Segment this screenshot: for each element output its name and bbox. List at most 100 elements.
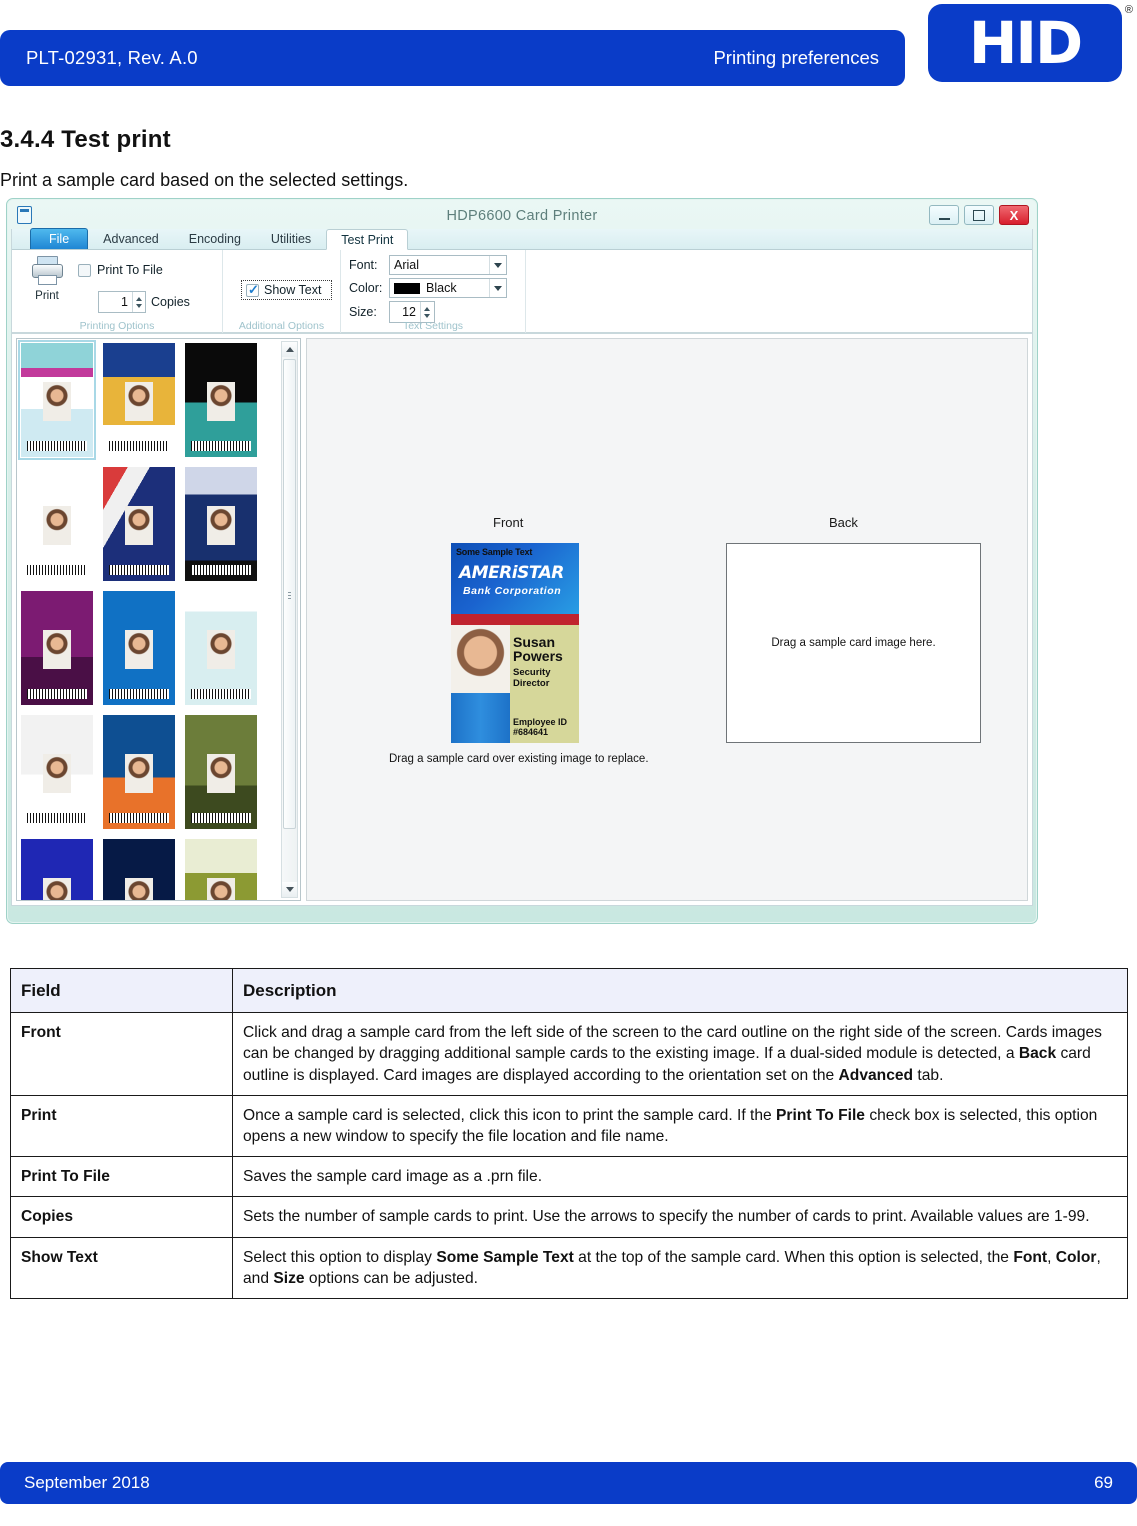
chevron-down-icon[interactable] [489, 256, 506, 274]
thumb-photo [206, 381, 236, 421]
copies-stepper-arrows[interactable] [132, 292, 145, 312]
scrollbar-thumb[interactable] [283, 359, 296, 829]
back-preview-label: Back [829, 515, 858, 530]
field-description-table: Field Description Front Click and drag a … [10, 967, 1128, 1299]
back-card-placeholder-text: Drag a sample card image here. [771, 637, 936, 649]
size-value[interactable]: 12 [390, 302, 420, 322]
thumb-photo [42, 629, 72, 669]
thumb-barcode [108, 565, 170, 576]
thumb-photo [206, 877, 236, 900]
print-to-file-checkbox-row[interactable]: Print To File [78, 263, 214, 277]
thumb-photo [206, 753, 236, 793]
sample-card-janet-chen-government-id[interactable] [21, 715, 93, 829]
tab-file[interactable]: File [30, 228, 89, 249]
column-header-field: Field [10, 967, 233, 1014]
thumb-barcode [26, 565, 88, 576]
thumb-barcode [26, 813, 88, 824]
printer-document-icon [17, 206, 32, 224]
additional-options-group-label: Additional Options [238, 320, 325, 332]
page-title: 3.4.4 Test print [0, 126, 171, 153]
print-to-file-checkbox[interactable] [78, 263, 91, 277]
ribbon-group-printing-options: Print Print To File 1 Copies Printing Op… [12, 250, 222, 333]
copies-value[interactable]: 1 [99, 292, 132, 312]
font-value: Arial [394, 258, 420, 272]
tab-strip: File Advanced Encoding Utilities Test Pr… [12, 228, 1032, 250]
thumb-barcode [108, 813, 170, 824]
show-text-checkbox[interactable] [246, 282, 259, 298]
thumb-barcode [26, 689, 88, 700]
print-button-label: Print [35, 290, 59, 302]
printer-preferences-dialog: HDP6600 Card Printer X File Advanced Enc… [6, 198, 1038, 924]
sample-card-axess-internet-richard-mccain[interactable] [185, 343, 257, 457]
sample-card-frankfurt-institute-michael-wilcox[interactable] [21, 591, 93, 705]
color-select[interactable]: Black [389, 278, 507, 298]
table-cell-description: Once a sample card is selected, click th… [232, 1094, 1128, 1158]
sample-card-first-mortgage-lisa-yamata[interactable] [185, 715, 257, 829]
front-card-eid-line1: Employee ID [513, 717, 568, 727]
copies-stepper[interactable]: 1 [98, 291, 146, 313]
thumb-photo [42, 877, 72, 900]
sample-card-east-high-saints-rachael-robinson[interactable] [185, 467, 257, 581]
sample-card-hayes-county-judge-thomas-moore[interactable] [185, 591, 257, 705]
column-header-description: Description [232, 967, 1128, 1014]
sample-card-ameristar-susan-powers[interactable] [18, 340, 96, 460]
tab-test-print[interactable]: Test Print [326, 229, 409, 250]
sample-card-us-guard-spc-rebecca-montes[interactable] [185, 839, 257, 900]
registered-trademark-icon: ® [1124, 4, 1133, 16]
tab-encoding[interactable]: Encoding [174, 228, 256, 249]
color-label: Color: [349, 281, 383, 295]
sample-card-united-states-security-carol-phillips[interactable] [21, 839, 93, 900]
color-value: Black [426, 281, 457, 295]
back-card-dropzone[interactable]: Drag a sample card image here. [726, 543, 981, 743]
dialog-title: HDP6600 Card Printer [446, 208, 598, 224]
table-cell-field: Print To File [10, 1156, 233, 1198]
sample-card-axess-internet-visitor[interactable] [21, 467, 93, 581]
show-text-checkbox-row[interactable]: Show Text [241, 280, 332, 300]
copies-row: 1 Copies [98, 291, 214, 313]
ribbon-container: File Advanced Encoding Utilities Test Pr… [11, 228, 1033, 334]
page-footer: September 2018 69 [0, 1462, 1137, 1504]
table-cell-description: Select this option to display Some Sampl… [232, 1236, 1128, 1299]
chevron-down-icon[interactable] [489, 279, 506, 297]
front-card-title-line1: Security [513, 667, 551, 678]
table-cell-description: Saves the sample card image as a .prn fi… [232, 1156, 1128, 1198]
minimize-button[interactable] [929, 205, 959, 225]
sample-card-grid [18, 340, 278, 900]
font-select[interactable]: Arial [389, 255, 507, 275]
footer-page-number: 69 [1094, 1473, 1113, 1492]
size-stepper-arrows[interactable] [420, 302, 433, 322]
front-card-name-line2: Powers [513, 648, 563, 664]
thumb-photo [124, 505, 154, 545]
dialog-titlebar: HDP6600 Card Printer X [11, 203, 1033, 229]
table-row: Print Once a sample card is selected, cli… [10, 1094, 1128, 1158]
front-card-preview[interactable]: Some Sample Text AMERiSTAR Bank Corporat… [451, 543, 579, 743]
card-preview-area[interactable]: Front Back Some Sample Text AMERiSTAR Ba… [306, 338, 1028, 901]
sample-card-intelligent-technology-inc[interactable] [103, 839, 175, 900]
table-cell-field: Copies [10, 1196, 233, 1238]
font-label: Font: [349, 258, 378, 272]
scroll-up-icon[interactable] [282, 342, 297, 357]
tab-utilities[interactable]: Utilities [256, 228, 326, 249]
gallery-scrollbar[interactable] [281, 341, 298, 898]
gallery-row [21, 839, 278, 900]
front-card-name: Susan Powers [513, 635, 563, 663]
color-swatch [394, 282, 420, 294]
sample-card-metro-transit-james-wong[interactable] [103, 715, 175, 829]
front-card-brand-sub: Bank Corporation [463, 585, 562, 597]
sample-card-gallery[interactable] [16, 338, 301, 901]
gallery-row [18, 340, 278, 460]
thumb-barcode [190, 565, 252, 576]
maximize-button[interactable] [964, 205, 994, 225]
header-title: Printing preferences [713, 47, 879, 68]
close-button[interactable]: X [999, 205, 1029, 225]
thumb-barcode [190, 689, 252, 700]
sample-card-garfield-grizzlies-steve-schmitt[interactable] [103, 591, 175, 705]
front-card-employee-id: Employee ID #684641 [513, 717, 567, 737]
sample-card-us-flag-hall-lawrence[interactable] [103, 467, 175, 581]
thumb-barcode [108, 441, 170, 452]
printer-icon [31, 256, 64, 288]
tab-advanced[interactable]: Advanced [88, 228, 174, 249]
show-text-label: Show Text [264, 283, 322, 297]
scroll-down-icon[interactable] [282, 882, 297, 897]
sample-card-atlantic-hotel-shandra-kabir[interactable] [103, 343, 175, 457]
